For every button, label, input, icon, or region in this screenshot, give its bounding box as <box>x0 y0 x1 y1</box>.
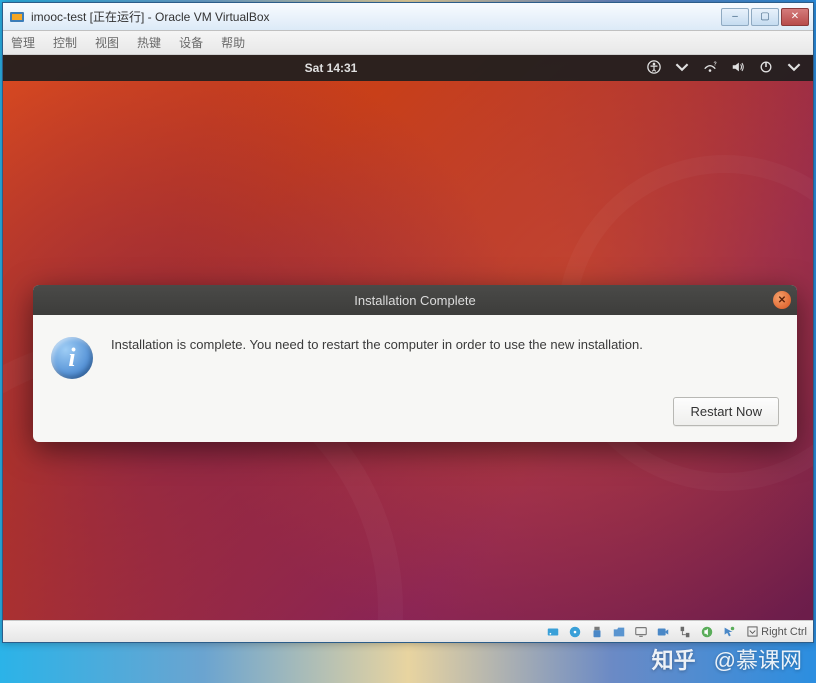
virtualbox-statusbar: Right Ctrl <box>3 620 813 642</box>
dialog-actions: Restart Now <box>33 397 797 442</box>
host-key-indicator[interactable]: Right Ctrl <box>747 626 807 638</box>
chevron-down-icon[interactable] <box>675 60 689 77</box>
usb-icon[interactable] <box>589 624 605 640</box>
display-icon[interactable] <box>633 624 649 640</box>
menu-view[interactable]: 视图 <box>95 34 119 51</box>
window-title: imooc-test [正在运行] - Oracle VM VirtualBox <box>31 8 721 25</box>
menu-hotkey[interactable]: 热键 <box>137 34 161 51</box>
menu-manage[interactable]: 管理 <box>11 34 35 51</box>
dialog-body: i Installation is complete. You need to … <box>33 315 797 397</box>
svg-text:?: ? <box>714 61 717 67</box>
close-button[interactable]: ✕ <box>781 8 809 26</box>
dialog-title-text: Installation Complete <box>354 293 475 308</box>
titlebar[interactable]: imooc-test [正在运行] - Oracle VM VirtualBox… <box>3 3 813 31</box>
dialog-message: Installation is complete. You need to re… <box>111 337 643 352</box>
volume-icon[interactable] <box>731 60 745 77</box>
virtualbox-window: imooc-test [正在运行] - Oracle VM VirtualBox… <box>2 2 814 643</box>
network-status-icon[interactable] <box>677 624 693 640</box>
dialog-titlebar[interactable]: Installation Complete ✕ <box>33 285 797 315</box>
clock[interactable]: Sat 14:31 <box>15 61 647 75</box>
audio-status-icon[interactable] <box>699 624 715 640</box>
accessibility-icon[interactable] <box>647 60 661 77</box>
maximize-button[interactable]: ▢ <box>751 8 779 26</box>
network-icon[interactable]: ? <box>703 60 717 77</box>
menu-help[interactable]: 帮助 <box>221 34 245 51</box>
recording-icon[interactable] <box>655 624 671 640</box>
installation-complete-dialog: Installation Complete ✕ i Installation i… <box>33 285 797 442</box>
chevron-down-icon[interactable] <box>787 60 801 77</box>
power-icon[interactable] <box>759 60 773 77</box>
watermark: 知乎 @慕课网 <box>652 643 802 675</box>
hard-disk-icon[interactable] <box>545 624 561 640</box>
dialog-close-button[interactable]: ✕ <box>773 291 791 309</box>
watermark-imooc: @慕课网 <box>714 643 802 675</box>
restart-now-button[interactable]: Restart Now <box>673 397 779 426</box>
shared-folder-icon[interactable] <box>611 624 627 640</box>
guest-display[interactable]: Sat 14:31 ? <box>3 55 813 620</box>
ubuntu-topbar: Sat 14:31 ? <box>3 55 813 81</box>
system-indicators[interactable]: ? <box>647 60 801 77</box>
virtualbox-icon <box>9 9 25 25</box>
watermark-zhihu: 知乎 <box>652 643 696 675</box>
mouse-integration-icon[interactable] <box>721 624 737 640</box>
menu-control[interactable]: 控制 <box>53 34 77 51</box>
menubar: 管理 控制 视图 热键 设备 帮助 <box>3 31 813 55</box>
menu-devices[interactable]: 设备 <box>179 34 203 51</box>
host-key-label: Right Ctrl <box>761 626 807 638</box>
window-controls: – ▢ ✕ <box>721 8 809 26</box>
minimize-button[interactable]: – <box>721 8 749 26</box>
optical-disk-icon[interactable] <box>567 624 583 640</box>
info-icon: i <box>51 337 93 379</box>
